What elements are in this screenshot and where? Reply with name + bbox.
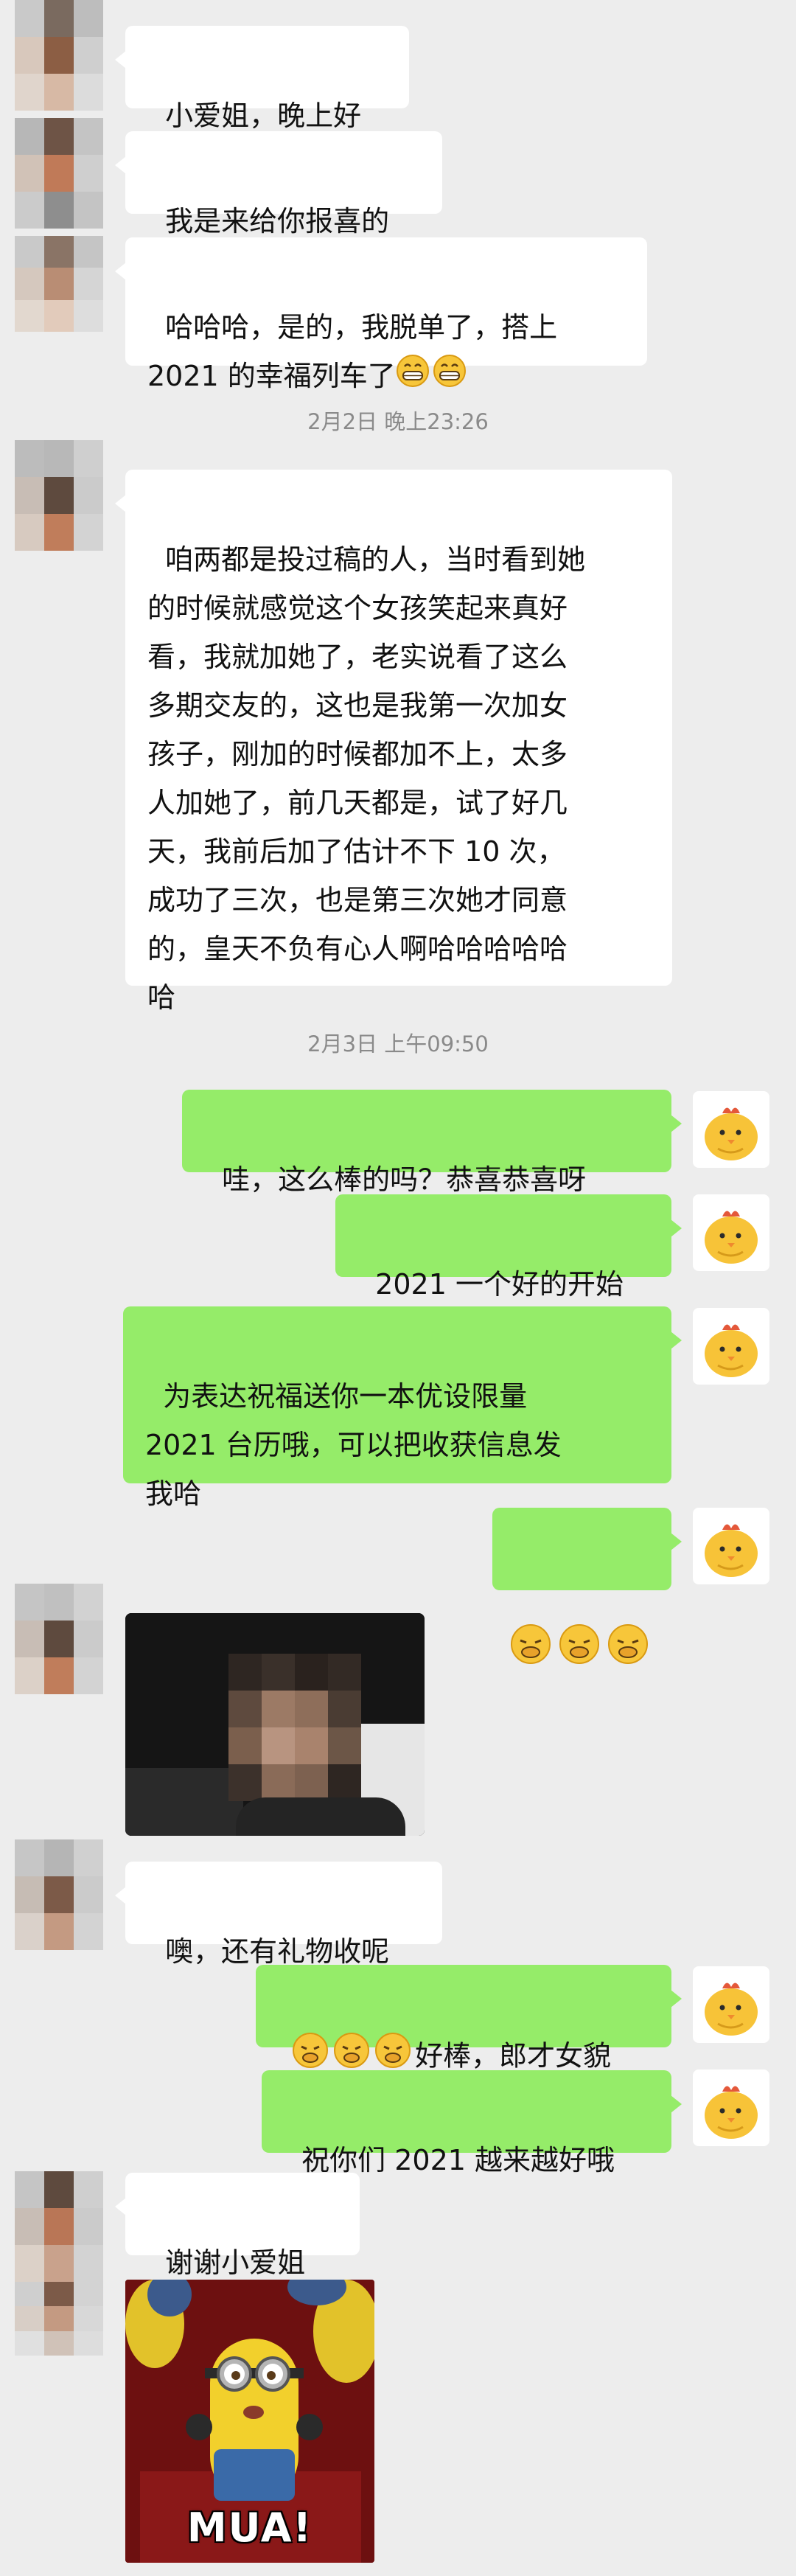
fist-emoji bbox=[509, 1621, 653, 1682]
message-bubble-sent: 好棒，郎才女貌 bbox=[256, 1965, 682, 2072]
message-text: 谢谢小爱姐 bbox=[165, 2246, 306, 2279]
chick-avatar[interactable] bbox=[693, 1194, 769, 1271]
sticker-caption: MUA! bbox=[186, 2504, 313, 2551]
chick-avatar[interactable] bbox=[693, 1308, 769, 1385]
avatar-friend[interactable] bbox=[15, 1839, 103, 1950]
avatar-friend[interactable] bbox=[15, 0, 103, 111]
pixelated-face bbox=[228, 1654, 361, 1801]
message-text: 哈哈哈，是的，我脱单了，搭上 2021 的幸福列车了 bbox=[147, 311, 558, 392]
message-bubble-sent: 2021 一个好的开始 bbox=[335, 1194, 682, 1301]
chick-avatar[interactable] bbox=[693, 1091, 769, 1168]
message-text: 好棒，郎才女貌 bbox=[415, 2039, 612, 2072]
grin-emoji bbox=[396, 354, 467, 403]
message-bubble-received: 哈哈哈，是的，我脱单了，搭上 2021 的幸福列车了 bbox=[115, 237, 647, 392]
avatar-friend[interactable] bbox=[15, 2282, 103, 2356]
avatar-friend[interactable] bbox=[15, 236, 103, 332]
message-bubble-received: 谢谢小爱姐 bbox=[115, 2173, 360, 2279]
photo-message[interactable] bbox=[125, 1613, 425, 1836]
chick-avatar[interactable] bbox=[693, 2069, 769, 2146]
chick-avatar[interactable] bbox=[693, 1508, 769, 1584]
avatar-friend[interactable] bbox=[15, 1584, 103, 1694]
message-bubble-received: 我是来给你报喜的 bbox=[115, 131, 442, 237]
message-bubble-sent: 哇，这么棒的吗？恭喜恭喜呀 bbox=[182, 1090, 682, 1196]
message-bubble-sent bbox=[492, 1508, 682, 1664]
message-text: 祝你们 2021 越来越好哦 bbox=[301, 2144, 615, 2176]
message-text: 咱两都是投过稿的人，当时看到她 的时候就感觉这个女孩笑起来真好 看，我就加她了，… bbox=[147, 543, 586, 1014]
message-text: 小爱姐，晚上好 bbox=[165, 100, 362, 132]
chick-avatar[interactable] bbox=[693, 1966, 769, 2043]
message-bubble-sent: 为表达祝福送你一本优设限量 2021 台历哦，可以把收获信息发 我哈 bbox=[123, 1306, 682, 1510]
message-bubble-sent: 祝你们 2021 越来越好哦 bbox=[262, 2070, 682, 2176]
message-bubble-received: 小爱姐，晚上好 bbox=[115, 26, 409, 132]
message-text: 2021 一个好的开始 bbox=[375, 1268, 624, 1301]
message-text: 我是来给你报喜的 bbox=[165, 205, 390, 237]
message-bubble-received: 噢，还有礼物收呢 bbox=[115, 1862, 442, 1968]
avatar-friend[interactable] bbox=[15, 118, 103, 229]
message-bubble-received: 咱两都是投过稿的人，当时看到她 的时候就感觉这个女孩笑起来真好 看，我就加她了，… bbox=[115, 470, 672, 1014]
message-text: 为表达祝福送你一本优设限量 2021 台历哦，可以把收获信息发 我哈 bbox=[145, 1380, 562, 1510]
avatar-friend[interactable] bbox=[15, 2171, 103, 2282]
minion-sticker[interactable]: MUA! bbox=[125, 2280, 374, 2563]
avatar-friend[interactable] bbox=[15, 440, 103, 551]
timestamp: 2月3日 上午09:50 bbox=[307, 1031, 489, 1056]
message-text: 噢，还有礼物收呢 bbox=[165, 1935, 390, 1968]
message-text: 哇，这么棒的吗？恭喜恭喜呀 bbox=[222, 1163, 587, 1196]
timestamp: 2月2日 晚上23:26 bbox=[307, 409, 489, 434]
